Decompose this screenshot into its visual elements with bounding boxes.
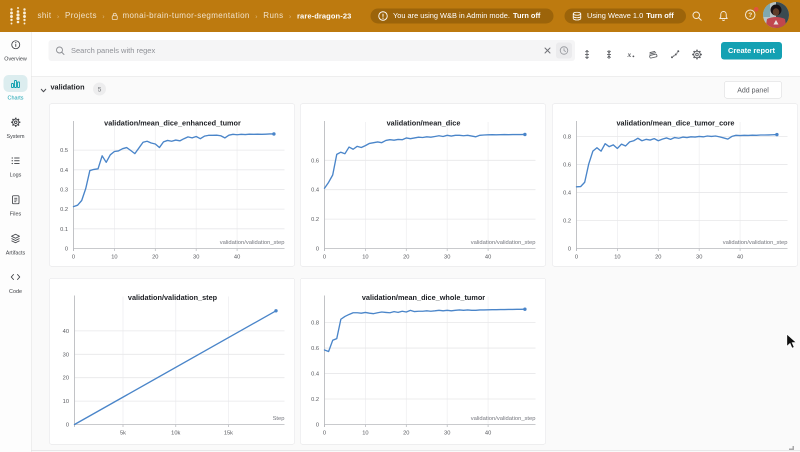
svg-text:20: 20 (655, 255, 661, 261)
svg-text:validation/validation_step: validation/validation_step (471, 416, 536, 422)
svg-text:40: 40 (63, 329, 69, 335)
svg-text:validation/validation_step: validation/validation_step (128, 293, 218, 302)
svg-text:10: 10 (362, 431, 368, 437)
svg-text:30: 30 (193, 255, 199, 261)
svg-text:30: 30 (444, 255, 450, 261)
svg-text:30: 30 (444, 431, 450, 437)
svg-text:0.4: 0.4 (563, 190, 571, 196)
svg-text:0.2: 0.2 (311, 217, 319, 223)
svg-text:0.8: 0.8 (311, 321, 319, 327)
svg-text:20: 20 (152, 255, 158, 261)
svg-text:20: 20 (63, 376, 69, 382)
svg-text:0: 0 (316, 423, 319, 429)
svg-text:30: 30 (63, 352, 69, 358)
svg-text:40: 40 (737, 255, 743, 261)
svg-text:40: 40 (234, 255, 240, 261)
svg-text:0.4: 0.4 (60, 168, 68, 174)
svg-text:20: 20 (403, 431, 409, 437)
svg-text:0.6: 0.6 (311, 158, 319, 164)
svg-text:0.3: 0.3 (60, 187, 68, 193)
svg-text:10k: 10k (171, 431, 180, 437)
svg-text:10: 10 (614, 255, 620, 261)
svg-text:0: 0 (323, 431, 326, 437)
svg-text:5k: 5k (120, 431, 126, 437)
svg-text:0.4: 0.4 (311, 188, 319, 194)
svg-text:0.2: 0.2 (60, 207, 68, 213)
svg-text:validation/mean_dice_tumor_cor: validation/mean_dice_tumor_core (616, 119, 734, 128)
svg-text:0: 0 (323, 255, 326, 261)
svg-text:40: 40 (485, 255, 491, 261)
svg-text:0.5: 0.5 (60, 148, 68, 154)
svg-text:10: 10 (111, 255, 117, 261)
svg-text:0: 0 (65, 247, 68, 253)
svg-text:x: x (627, 50, 632, 59)
svg-text:0.2: 0.2 (563, 219, 571, 225)
svg-text:0: 0 (568, 247, 571, 253)
svg-text:0.2: 0.2 (311, 397, 319, 403)
svg-text:0.8: 0.8 (563, 134, 571, 140)
svg-text:20: 20 (403, 255, 409, 261)
svg-text:validation/mean_dice_enhanced_: validation/mean_dice_enhanced_tumor (104, 119, 241, 128)
svg-text:0.6: 0.6 (311, 346, 319, 352)
svg-text:40: 40 (485, 431, 491, 437)
svg-text:0.6: 0.6 (563, 162, 571, 168)
svg-text:0.1: 0.1 (60, 227, 68, 233)
svg-text:15k: 15k (224, 431, 233, 437)
svg-text:0: 0 (72, 255, 75, 261)
svg-text:0: 0 (316, 247, 319, 253)
svg-text:validation/validation_step: validation/validation_step (723, 240, 788, 246)
svg-text:0: 0 (575, 255, 578, 261)
svg-text:validation/mean_dice_whole_tum: validation/mean_dice_whole_tumor (362, 293, 485, 302)
svg-text:30: 30 (696, 255, 702, 261)
svg-text:10: 10 (362, 255, 368, 261)
svg-text:Step: Step (273, 416, 285, 422)
svg-text:0.4: 0.4 (311, 372, 319, 378)
svg-text:validation/validation_step: validation/validation_step (220, 240, 285, 246)
svg-text:validation/validation_step: validation/validation_step (471, 240, 536, 246)
svg-text:10: 10 (63, 399, 69, 405)
svg-text:0: 0 (66, 423, 69, 429)
svg-text:validation/mean_dice: validation/mean_dice (387, 119, 461, 128)
svg-text:?: ? (748, 12, 752, 19)
